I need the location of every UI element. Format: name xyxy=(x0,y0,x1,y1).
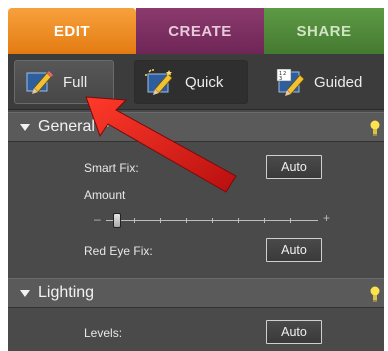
general-fixes-header[interactable]: General F xyxy=(8,112,384,142)
slider-tick xyxy=(290,218,291,223)
amount-slider[interactable]: – + xyxy=(94,211,330,231)
svg-text:2: 2 xyxy=(283,71,286,77)
slider-thumb[interactable] xyxy=(112,213,121,228)
collapse-triangle-icon[interactable] xyxy=(20,289,30,297)
slider-tick xyxy=(134,218,135,223)
quick-edit-button[interactable]: Quick xyxy=(134,60,248,104)
smart-fix-auto-button[interactable]: Auto xyxy=(266,155,322,179)
guided-edit-button[interactable]: 1 2 3 Guided xyxy=(272,60,384,104)
red-eye-fix-label: Red Eye Fix: xyxy=(84,244,153,258)
svg-text:3: 3 xyxy=(279,76,282,82)
slider-plus-sign: + xyxy=(322,211,330,225)
levels-auto-button[interactable]: Auto xyxy=(266,320,322,344)
slider-tick xyxy=(264,218,265,223)
red-eye-auto-button[interactable]: Auto xyxy=(266,238,322,262)
slider-tick xyxy=(160,218,161,223)
mode-tabs: EDIT CREATE SHARE xyxy=(8,8,384,54)
full-edit-label: Full xyxy=(63,73,88,91)
tab-share[interactable]: SHARE xyxy=(264,8,384,54)
tab-create[interactable]: CREATE xyxy=(136,8,264,54)
smart-fix-label: Smart Fix: xyxy=(84,161,139,175)
tab-edit[interactable]: EDIT xyxy=(8,8,136,54)
lightbulb-icon[interactable] xyxy=(370,285,380,303)
magic-pencil-icon xyxy=(145,69,173,95)
slider-tick xyxy=(238,218,239,223)
quick-edit-label: Quick xyxy=(185,73,224,91)
pencil-icon xyxy=(25,69,53,95)
levels-label: Levels: xyxy=(84,326,123,340)
amount-label: Amount xyxy=(84,188,126,202)
slider-tick xyxy=(212,218,213,223)
lighting-header[interactable]: Lighting xyxy=(8,278,384,308)
slider-tick xyxy=(186,218,187,223)
general-fixes-title: General F xyxy=(38,118,110,135)
collapse-triangle-icon[interactable] xyxy=(20,123,30,131)
slider-minus-sign: – xyxy=(94,212,101,226)
guided-edit-label: Guided xyxy=(314,73,363,91)
screenshot-frame: EDIT CREATE SHARE Full Quick 1 2 3 Guide… xyxy=(0,0,388,351)
lightbulb-icon[interactable] xyxy=(370,119,380,137)
full-edit-button[interactable]: Full xyxy=(14,60,114,104)
edit-mode-bar: Full Quick 1 2 3 Guided xyxy=(8,54,384,110)
guided-steps-icon: 1 2 3 xyxy=(276,68,305,96)
edit-panel: Full Quick 1 2 3 Guided General F Smart … xyxy=(8,54,384,351)
lighting-title: Lighting xyxy=(38,284,95,301)
